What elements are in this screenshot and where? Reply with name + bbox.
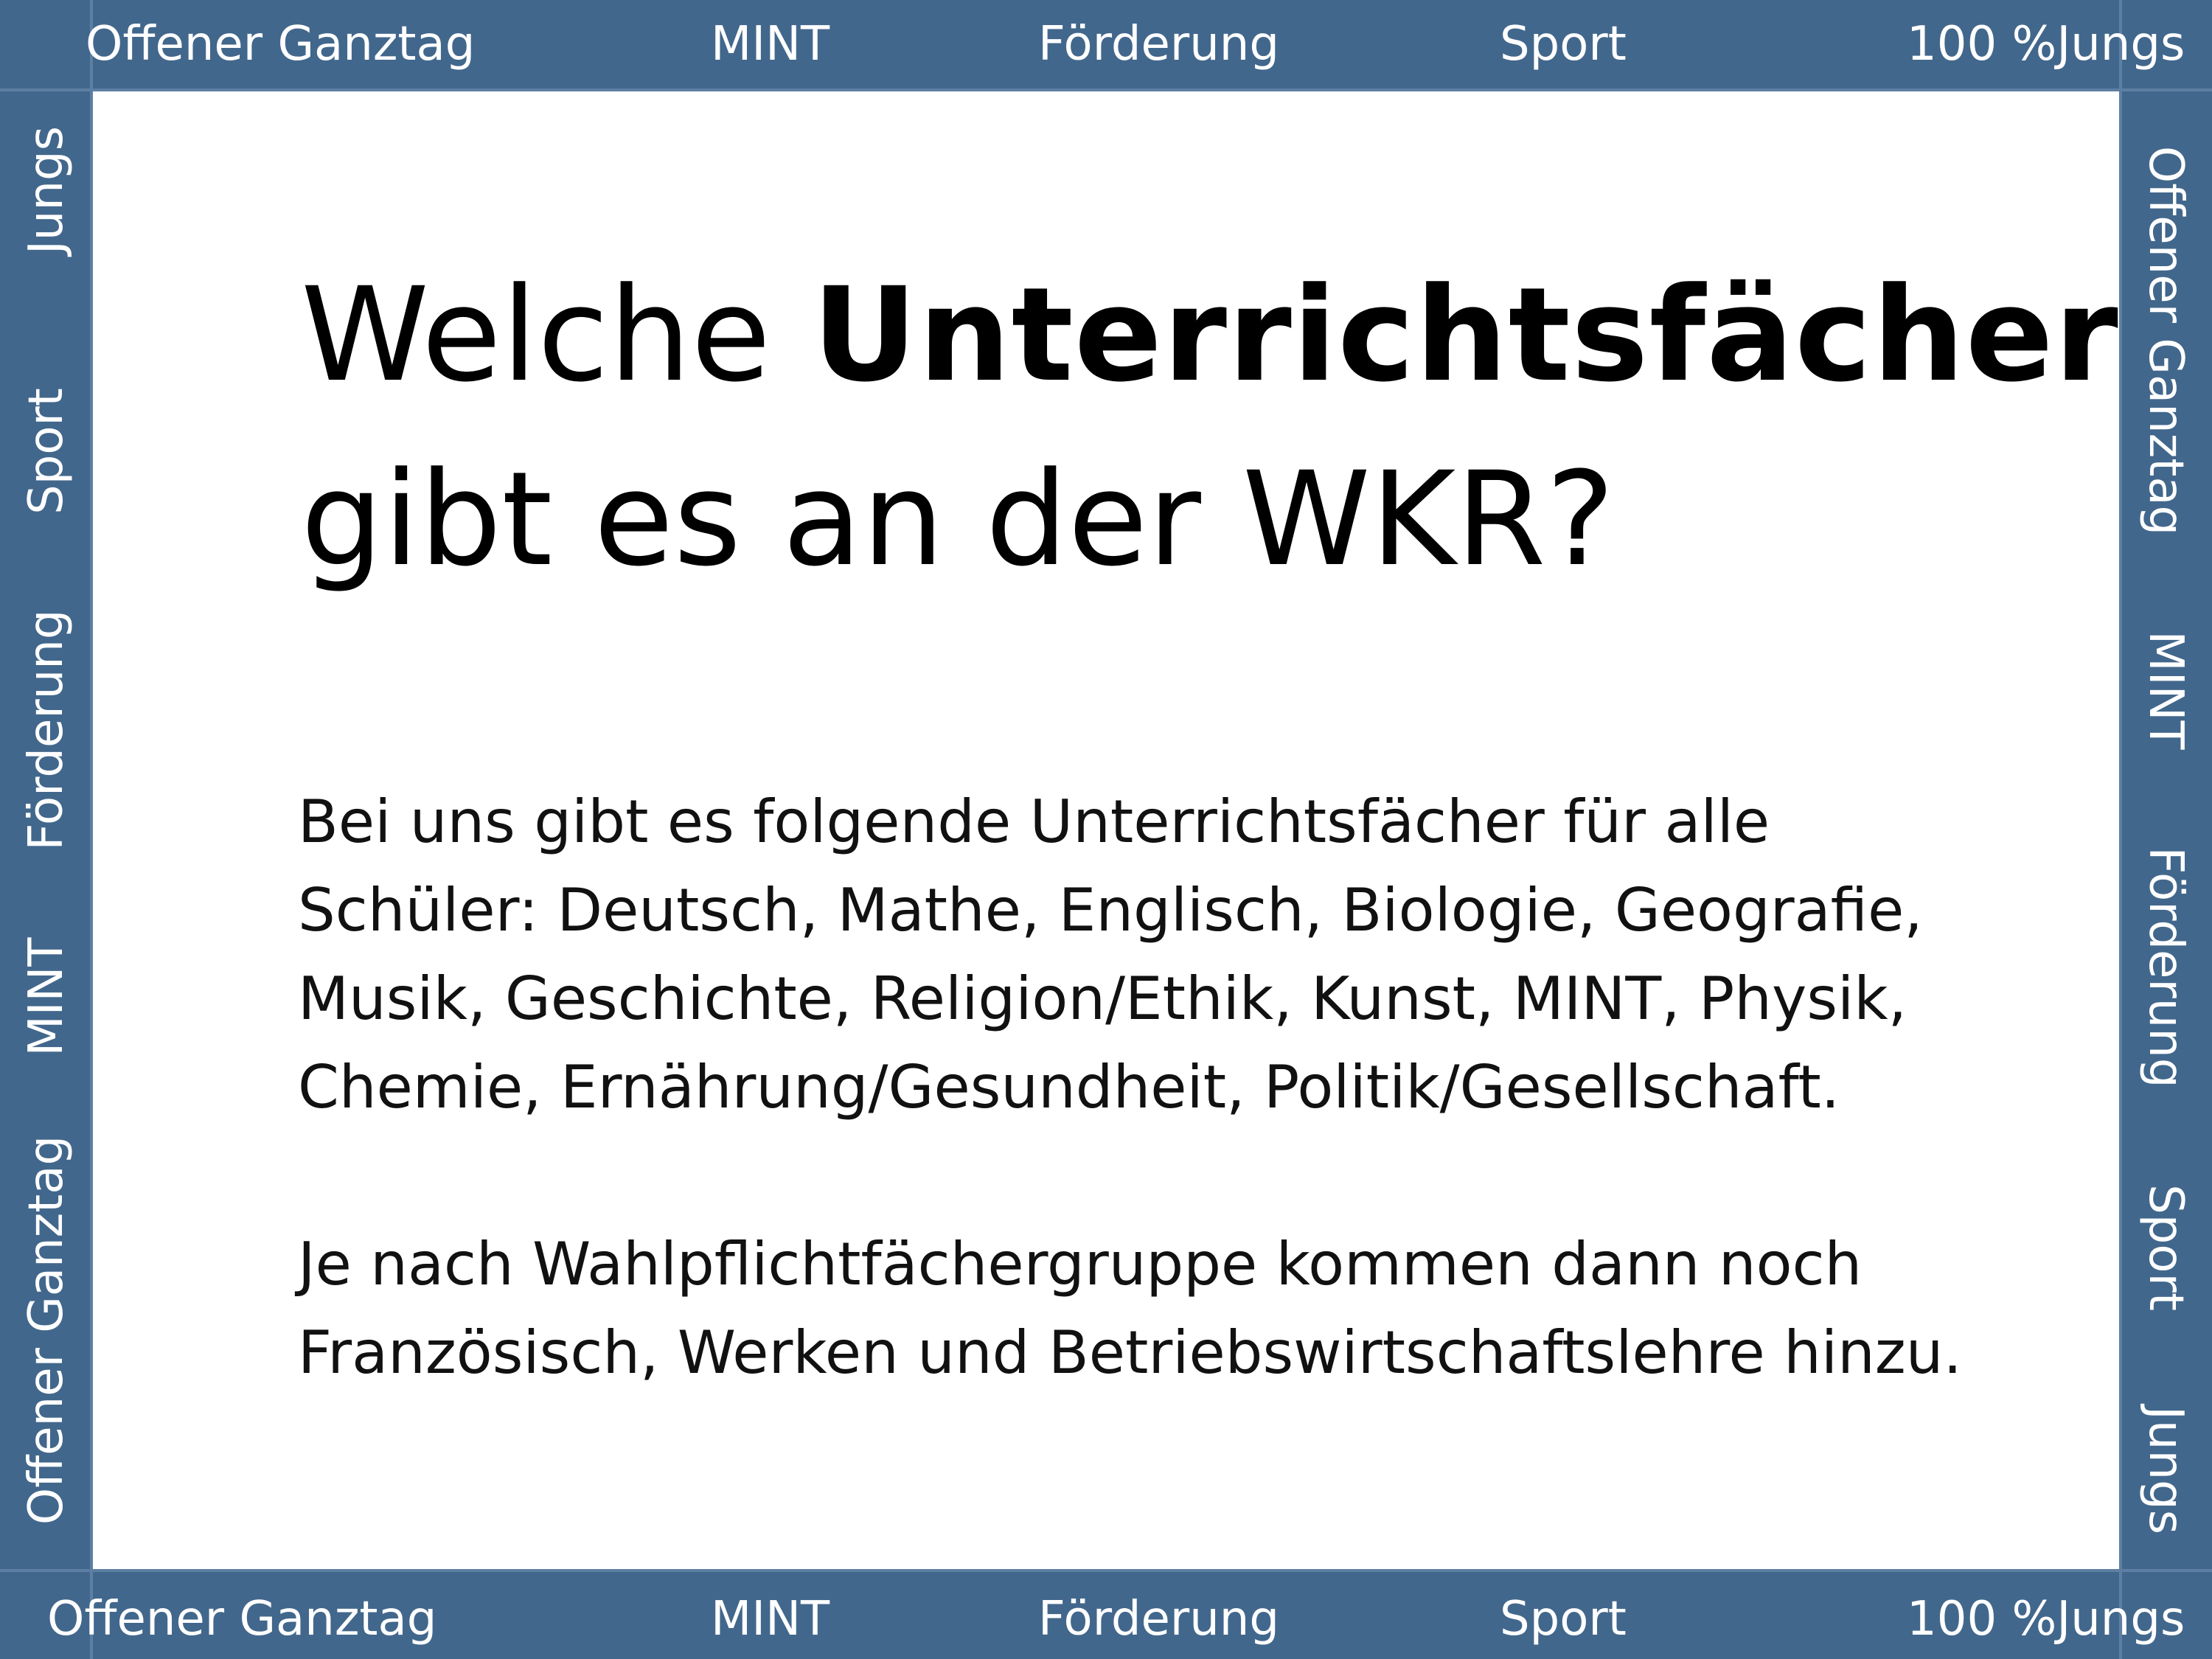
slide-title-line-1: Welche Unterrichtsfächer — [301, 243, 2119, 428]
body-line: Bei uns gibt es folgende Unterrichtsfäch… — [298, 787, 1770, 856]
top-band-item-foerderung: Förderung — [1038, 17, 1279, 72]
bottom-band-item-foerderung: Förderung — [1038, 1592, 1279, 1646]
top-band-item-mint: MINT — [711, 17, 830, 72]
right-band-item-mint: MINT — [2138, 630, 2193, 750]
top-band-item-jungs: 100 %Jungs — [1907, 17, 2185, 72]
body-paragraph-1: Bei uns gibt es folgende Unterrichtsfäch… — [298, 778, 1962, 1132]
right-band-item-foerderung: Förderung — [2138, 846, 2193, 1088]
bottom-band-item-mint: MINT — [711, 1592, 830, 1646]
left-band-item-foerderung: Förderung — [19, 609, 74, 851]
body-line: Schüler: Deutsch, Mathe, Englisch, Biolo… — [298, 876, 1923, 945]
frame-line-right — [2119, 0, 2122, 1659]
left-band-item-sport: Sport — [19, 388, 74, 515]
top-band-item-offener-ganztag: Offener Ganztag — [86, 17, 476, 72]
left-band-item-jungs: Jungs — [19, 126, 74, 254]
body-line: Chemie, Ernährung/Gesundheit, Politik/Ge… — [298, 1053, 1840, 1121]
slide-body: Bei uns gibt es folgende Unterrichtsfäch… — [298, 778, 1962, 1397]
body-line: Je nach Wahlpflichtfächergruppe kommen d… — [298, 1230, 1863, 1298]
bottom-band-item-sport: Sport — [1500, 1592, 1627, 1646]
slide-title-line-2: gibt es an der WKR? — [301, 444, 1615, 595]
left-band-item-mint: MINT — [19, 937, 74, 1057]
bottom-band-item-jungs: 100 %Jungs — [1907, 1592, 2185, 1646]
slide-title-bold: Unterrichtsfächer — [812, 260, 2119, 411]
slide-title-plain: Welche — [301, 260, 813, 411]
top-band-item-sport: Sport — [1500, 17, 1627, 72]
right-band-item-offener-ganztag: Offener Ganztag — [2138, 145, 2193, 536]
bottom-band-item-offener-ganztag: Offener Ganztag — [47, 1592, 437, 1646]
left-band-item-offener-ganztag: Offener Ganztag — [19, 1135, 74, 1526]
right-band-item-jungs: Jungs — [2138, 1406, 2193, 1534]
body-paragraph-2: Je nach Wahlpflichtfächergruppe kommen d… — [298, 1220, 1962, 1397]
body-line: Musik, Geschichte, Religion/Ethik, Kunst… — [298, 964, 1907, 1033]
slide-title: Welche Unterrichtsfächer gibt es an der … — [301, 243, 2119, 612]
body-line: Französisch, Werken und Betriebswirtscha… — [298, 1318, 1962, 1387]
frame-line-bottom — [0, 1569, 2212, 1572]
right-band-item-sport: Sport — [2138, 1184, 2193, 1311]
